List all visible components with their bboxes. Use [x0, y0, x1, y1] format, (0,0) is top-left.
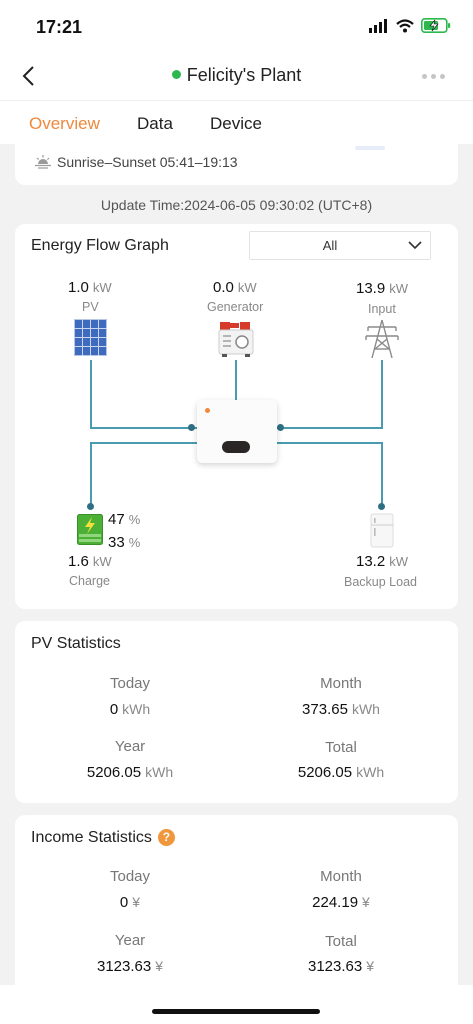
generator-power-value: 0.0 kW [213, 279, 257, 296]
income-total-value: 3123.63 ¥ [307, 958, 375, 975]
status-bar: 17:21 [0, 0, 473, 56]
help-icon[interactable]: ? [157, 829, 175, 846]
cellular-signal-icon [369, 18, 387, 33]
plant-name: Felicity's Plant [186, 65, 302, 85]
pv-month-value: 373.65 kWh [302, 701, 380, 718]
grid-input-power-value: 13.9 kW [356, 280, 408, 297]
flow-node [87, 503, 94, 510]
income-today-label: Today [109, 868, 151, 885]
backup-load-label: Backup Load [344, 575, 417, 589]
pv-total-label: Total [325, 739, 357, 756]
nav-bar: Felicity's Plant [0, 56, 473, 100]
pv-label: PV [82, 300, 99, 314]
pv-power-value: 1.0 kW [68, 279, 112, 296]
pv-year-value: 5206.05 kWh [86, 764, 174, 781]
generator-flow-line [235, 360, 237, 400]
status-time: 17:21 [36, 17, 83, 37]
flow-node [277, 424, 284, 431]
more-options-icon[interactable] [422, 74, 445, 79]
grid-flow-line-horizontal [277, 427, 383, 429]
generator-icon [218, 322, 254, 357]
pv-today-label: Today [109, 675, 151, 692]
battery-charging-icon [421, 18, 451, 33]
tab-device[interactable]: Device [210, 114, 262, 134]
generator-label: Generator [207, 300, 264, 314]
page-title: Felicity's Plant [0, 65, 473, 86]
bottom-safe-area [0, 985, 473, 1024]
weather-card: Sunrise–Sunset 05:41–19:13 [15, 140, 458, 185]
grid-input-label: Input [368, 302, 396, 316]
pv-flow-line [90, 360, 92, 428]
income-statistics-title: Income Statistics? [31, 829, 175, 847]
flow-node [188, 424, 195, 431]
battery-flow-line [90, 442, 92, 508]
pv-flow-line-horizontal [90, 427, 197, 429]
wifi-icon [396, 18, 414, 32]
chevron-down-icon [408, 241, 422, 250]
energy-flow-filter-select[interactable]: All [249, 231, 431, 260]
solar-panel-icon [74, 319, 107, 356]
tab-bar: Overview Data Device [0, 100, 473, 144]
income-month-label: Month [320, 868, 362, 885]
weather-pill [355, 146, 385, 150]
pv-statistics-title: PV Statistics [31, 635, 121, 652]
income-year-label: Year [114, 932, 146, 949]
pv-total-value: 5206.05 kWh [297, 764, 385, 781]
income-statistics-card: Income Statistics? Today 0 ¥ Month 224.19… [15, 815, 458, 990]
inverter-display [222, 441, 250, 453]
pv-month-label: Month [320, 675, 362, 692]
tab-overview[interactable]: Overview [29, 114, 100, 134]
inverter-icon[interactable] [197, 400, 277, 463]
filter-selected-value: All [322, 238, 338, 253]
update-time: Update Time:2024-06-05 09:30:02 (UTC+8) [100, 197, 373, 213]
sunrise-icon [35, 155, 51, 169]
backup-load-power-value: 13.2 kW [356, 553, 408, 570]
battery-percent-2: 33% [108, 534, 141, 551]
income-year-value: 3123.63 ¥ [96, 958, 164, 975]
backup-flow-line-horizontal [277, 442, 383, 444]
backup-flow-line [381, 442, 383, 508]
battery-percent-1: 47% [108, 511, 141, 528]
pv-today-value: 0 kWh [109, 701, 151, 718]
battery-charge-label: Charge [69, 574, 110, 588]
battery-icon [77, 514, 103, 545]
battery-flow-line-horizontal [90, 442, 197, 444]
pv-year-label: Year [114, 738, 146, 755]
energy-flow-card: Energy Flow Graph All 1.0 kW PV 0.0 kW Gen… [15, 224, 458, 609]
home-indicator[interactable] [152, 1009, 320, 1014]
sunrise-sunset-text: Sunrise–Sunset 05:41–19:13 [57, 154, 238, 170]
status-icons [369, 18, 451, 33]
income-today-value: 0 ¥ [119, 894, 141, 911]
grid-flow-line [381, 360, 383, 428]
energy-flow-title: Energy Flow Graph [31, 237, 169, 254]
pv-statistics-card: PV Statistics Today 0 kWh Month 373.65 kWh… [15, 621, 458, 803]
online-status-dot [171, 70, 181, 79]
inverter-led [205, 408, 210, 413]
tab-data[interactable]: Data [137, 114, 173, 134]
battery-power-value: 1.6 kW [68, 553, 112, 570]
sunrise-sunset-row: Sunrise–Sunset 05:41–19:13 [35, 154, 238, 170]
income-total-label: Total [325, 933, 357, 950]
income-month-value: 224.19 ¥ [312, 894, 370, 911]
flow-node [378, 503, 385, 510]
power-tower-icon [365, 319, 399, 359]
refrigerator-icon [370, 513, 394, 548]
